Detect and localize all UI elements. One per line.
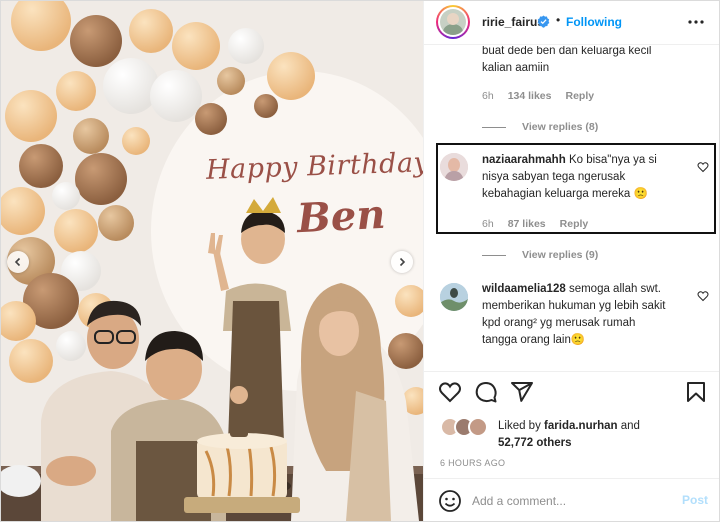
- following-button[interactable]: Following: [566, 15, 622, 29]
- comment-reply-button[interactable]: Reply: [565, 90, 594, 102]
- commenter-avatar[interactable]: [440, 153, 468, 181]
- post-actions: Liked by farida.nurhan and 52,772 others…: [424, 371, 719, 521]
- commenter-username[interactable]: naziaarahmahh: [482, 154, 566, 166]
- header-separator: •: [556, 13, 561, 27]
- instagram-post: Happy Birthday Ben ririe_fairus • Follow…: [0, 0, 720, 522]
- bookmark-icon[interactable]: [684, 380, 708, 404]
- liker-avatars[interactable]: [440, 417, 492, 437]
- view-replies-button[interactable]: View replies (8): [482, 121, 598, 133]
- liker-username[interactable]: farida.nurhan: [544, 420, 617, 432]
- author-avatar[interactable]: [436, 5, 470, 39]
- avatar-image: [440, 283, 468, 311]
- comment-line: wildaamelia128 semoga allah swt.: [482, 281, 712, 298]
- post-photo[interactable]: Happy Birthday Ben: [1, 1, 424, 521]
- comment-line: kalian aamiin: [482, 62, 550, 74]
- next-photo-button[interactable]: [391, 251, 413, 273]
- likes-and: and: [620, 420, 640, 432]
- post-header: ririe_fairus • Following: [424, 1, 719, 45]
- comment-like-icon[interactable]: [697, 290, 709, 302]
- comment-bubble-icon[interactable]: [474, 380, 498, 404]
- comment-line: kebahagian keluarga mereka 🙁: [482, 188, 648, 200]
- add-comment-input[interactable]: [472, 491, 662, 511]
- post-timestamp[interactable]: 6 HOURS AGO: [440, 458, 505, 468]
- comment-line: memberikan hukuman yg lebih sakit: [482, 300, 666, 312]
- heart-icon[interactable]: [438, 380, 462, 404]
- likes-prefix: Liked by: [498, 420, 541, 432]
- comment-meta: 6h 87 likes Reply: [482, 218, 588, 230]
- avatar-image: [440, 153, 468, 181]
- comment-body: Ko bisa"nya ya si: [568, 154, 657, 166]
- birthday-photo-image: [1, 1, 423, 521]
- comment-text: buat dede ben dan keluarga kecil kalian …: [482, 46, 712, 77]
- likes-count[interactable]: 52,772 others: [498, 437, 572, 449]
- liker-avatar: [468, 417, 488, 437]
- chevron-left-icon: [14, 257, 21, 267]
- comment-time: 6h: [482, 90, 494, 102]
- more-options-icon: [688, 20, 704, 24]
- more-options-button[interactable]: [686, 13, 706, 31]
- comment-line: buat dede ben dan keluarga kecil: [482, 46, 652, 57]
- comment-text: naziaarahmahh Ko bisa"nya ya si nisya sa…: [482, 152, 692, 203]
- emoji-smile-icon[interactable]: [438, 489, 462, 513]
- commenter-username[interactable]: wildaamelia128: [482, 283, 566, 295]
- comment-line: tangga orang lain🙁: [482, 334, 586, 346]
- comment-likes[interactable]: 134 likes: [508, 90, 552, 102]
- verified-badge-icon: [537, 15, 550, 28]
- view-replies-label: View replies (8): [522, 121, 599, 133]
- replies-divider: [482, 254, 506, 256]
- paper-plane-icon[interactable]: [510, 380, 534, 404]
- comments-list[interactable]: buat dede ben dan keluarga kecil kalian …: [424, 46, 719, 371]
- commenter-avatar[interactable]: [440, 283, 468, 311]
- post-side-panel: ririe_fairus • Following buat dede ben d…: [424, 1, 719, 521]
- previous-photo-button[interactable]: [7, 251, 29, 273]
- comment-like-icon[interactable]: [697, 161, 709, 173]
- view-replies-label: View replies (9): [522, 249, 599, 261]
- replies-divider: [482, 126, 506, 128]
- likes-text: Liked by farida.nurhan and 52,772 others: [498, 418, 708, 452]
- comment-likes[interactable]: 87 likes: [508, 218, 546, 230]
- add-comment-bar: Post: [424, 478, 719, 522]
- comment-line: nisya sabyan tega ngerusak: [482, 171, 626, 183]
- post-comment-button[interactable]: Post: [682, 493, 708, 507]
- author-username[interactable]: ririe_fairus: [482, 15, 544, 29]
- view-replies-button[interactable]: View replies (9): [482, 249, 598, 261]
- comment-line: kpd orang² yg merusak rumah: [482, 317, 636, 329]
- comment-reply-button[interactable]: Reply: [560, 218, 589, 230]
- birthday-sign-name: Ben: [295, 190, 387, 243]
- comment-time: 6h: [482, 218, 494, 230]
- comment-meta: 6h 134 likes Reply: [482, 90, 594, 102]
- comment-text: wildaamelia128 semoga allah swt. memberi…: [482, 281, 712, 349]
- chevron-right-icon: [399, 257, 406, 267]
- comment-body: semoga allah swt.: [568, 283, 661, 295]
- comment-line: naziaarahmahh Ko bisa"nya ya si: [482, 152, 692, 169]
